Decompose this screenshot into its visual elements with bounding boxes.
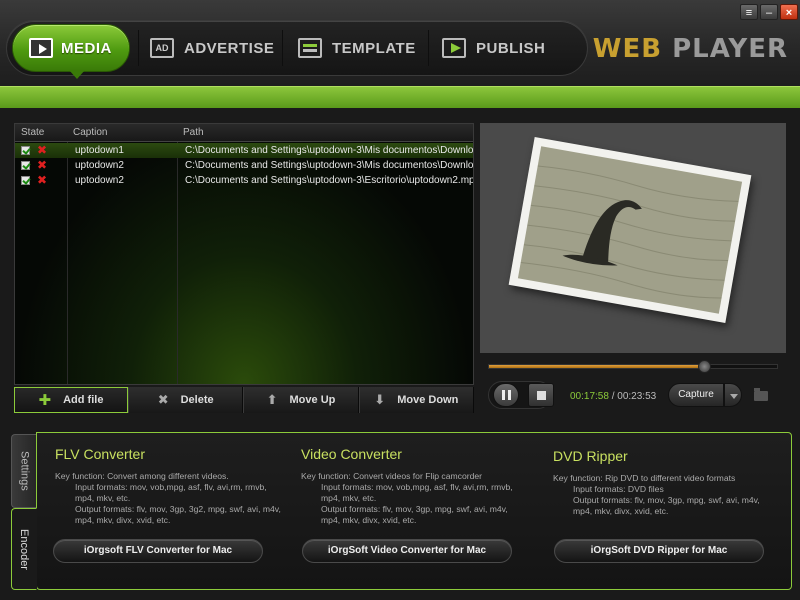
seek-progress — [489, 365, 705, 368]
menu-button[interactable]: ≡ — [740, 4, 758, 20]
product-function: Key function: Rip DVD to different video… — [553, 473, 736, 483]
column-caption[interactable]: Caption — [73, 127, 107, 138]
product-dvd-ripper: DVD Ripper Key function: Rip DVD to diff… — [553, 448, 781, 517]
capture-button[interactable]: Capture — [668, 383, 724, 407]
publish-arrow-icon — [442, 38, 466, 58]
add-file-label: Add file — [63, 394, 104, 406]
row-checkbox[interactable] — [21, 161, 30, 170]
nav-divider — [282, 30, 283, 66]
tab-publish-label: PUBLISH — [476, 39, 546, 57]
row-caption: uptodown1 — [75, 145, 124, 156]
flv-converter-button[interactable]: iOrgsoft FLV Converter for Mac — [53, 539, 263, 563]
capture-dropdown[interactable] — [724, 383, 742, 407]
product-function: Key function: Convert among different vi… — [55, 471, 229, 481]
arrow-down-icon: ⬇ — [374, 392, 386, 407]
thumbnail-image — [520, 165, 739, 299]
tab-media-label: MEDIA — [61, 39, 112, 57]
video-converter-button[interactable]: iOrgSoft Video Converter for Mac — [302, 539, 512, 563]
nav-divider — [428, 30, 429, 66]
column-state[interactable]: State — [21, 127, 44, 138]
product-description: Key function: Convert videos for Flip ca… — [301, 471, 529, 526]
tab-publish[interactable]: PUBLISH — [442, 34, 545, 62]
row-path: C:\Documents and Settings\uptodown-3\Mis… — [185, 145, 473, 156]
video-preview[interactable] — [480, 123, 786, 353]
table-row[interactable]: ✖ uptodown2 C:\Documents and Settings\up… — [15, 173, 473, 188]
tab-settings-label: Settings — [18, 451, 31, 491]
product-input: Input formats: mov, vob,mpg, asf, flv, a… — [75, 482, 267, 503]
folder-icon[interactable] — [754, 388, 768, 401]
remove-icon[interactable]: ✖ — [37, 158, 47, 172]
file-list-header: State Caption Path — [15, 124, 473, 142]
product-output: Output formats: flv, mov, 3gp, mpg, swf,… — [573, 495, 760, 516]
active-tab-indicator — [69, 70, 85, 79]
product-input: Input formats: DVD files — [573, 484, 664, 494]
product-description: Key function: Convert among different vi… — [55, 471, 283, 526]
product-output: Output formats: flv, mov, 3gp, mpg, swf,… — [321, 504, 508, 525]
product-function: Key function: Convert videos for Flip ca… — [301, 471, 483, 481]
product-output: Output formats: flv, mov, 3gp, 3g2, mpg,… — [75, 504, 281, 525]
current-time: 00:17:58 — [570, 391, 609, 402]
remove-icon[interactable]: ✖ — [37, 143, 47, 157]
move-up-label: Move Up — [289, 394, 336, 406]
tab-encoder-label: Encoder — [18, 528, 30, 570]
product-video-converter: Video Converter Key function: Convert vi… — [301, 446, 529, 526]
seek-handle[interactable] — [698, 360, 711, 373]
product-title: DVD Ripper — [553, 448, 628, 464]
tab-encoder[interactable]: Encoder — [11, 508, 37, 590]
film-play-icon — [29, 38, 53, 58]
table-row[interactable]: ✖ uptodown1 C:\Documents and Settings\up… — [15, 143, 473, 158]
ad-screen-icon: AD — [150, 38, 174, 58]
remove-icon[interactable]: ✖ — [37, 173, 47, 187]
preview-thumbnail — [508, 137, 752, 323]
delete-x-icon: ✖ — [157, 392, 169, 407]
top-bar: ≡ – × MEDIA AD ADVERTISE TEMPLATE PUBLIS… — [0, 0, 800, 86]
pause-button[interactable] — [493, 383, 519, 407]
plus-icon: ✚ — [38, 392, 52, 409]
row-checkbox[interactable] — [21, 146, 30, 155]
dvd-ripper-button[interactable]: iOrgSoft DVD Ripper for Mac — [554, 539, 764, 563]
move-down-label: Move Down — [397, 394, 459, 406]
product-title: Video Converter — [301, 446, 402, 462]
tab-settings[interactable]: Settings — [11, 434, 37, 508]
row-path: C:\Documents and Settings\uptodown-3\Mis… — [185, 160, 473, 171]
product-title: FLV Converter — [55, 446, 145, 462]
move-up-button[interactable]: ⬆ Move Up — [243, 387, 359, 413]
row-path: C:\Documents and Settings\uptodown-3\Esc… — [185, 175, 473, 186]
delete-button[interactable]: ✖ Delete — [128, 387, 244, 413]
row-caption: uptodown2 — [75, 175, 124, 186]
add-file-button[interactable]: ✚ Add file — [14, 387, 128, 413]
logo-player: PLAYER — [672, 34, 788, 64]
nav-divider — [138, 30, 139, 66]
product-description: Key function: Rip DVD to different video… — [553, 473, 781, 517]
time-display: 00:17:58 / 00:23:53 — [570, 391, 656, 402]
move-down-button[interactable]: ⬇ Move Down — [358, 387, 474, 413]
row-caption: uptodown2 — [75, 160, 124, 171]
template-icon — [298, 38, 322, 58]
tab-advertise[interactable]: AD ADVERTISE — [150, 34, 274, 62]
minimize-button[interactable]: – — [760, 4, 778, 20]
table-row[interactable]: ✖ uptodown2 C:\Documents and Settings\up… — [15, 158, 473, 173]
logo-web: WEB — [592, 34, 663, 64]
close-button[interactable]: × — [780, 4, 798, 20]
stop-button[interactable] — [528, 383, 554, 407]
tab-template[interactable]: TEMPLATE — [298, 34, 416, 62]
row-checkbox[interactable] — [21, 176, 30, 185]
delete-label: Delete — [180, 394, 214, 406]
tab-advertise-label: ADVERTISE — [184, 39, 275, 57]
product-input: Input formats: mov, vob,mpg, asf, flv, a… — [321, 482, 513, 503]
column-path[interactable]: Path — [183, 127, 204, 138]
total-time: 00:23:53 — [617, 391, 657, 402]
app-logo: WEB PLAYER — [593, 34, 788, 64]
tab-template-label: TEMPLATE — [332, 39, 416, 57]
window-controls: ≡ – × — [740, 4, 798, 20]
accent-band — [0, 86, 800, 108]
file-toolbar: ✚ Add file ✖ Delete ⬆ Move Up ⬇ Move Dow… — [14, 387, 474, 413]
tab-media[interactable]: MEDIA — [12, 24, 130, 79]
file-list[interactable]: State Caption Path ✖ uptodown1 C:\Docume… — [14, 123, 474, 385]
seek-bar[interactable] — [488, 360, 778, 373]
product-flv-converter: FLV Converter Key function: Convert amon… — [55, 446, 283, 526]
arrow-up-icon: ⬆ — [266, 392, 278, 407]
